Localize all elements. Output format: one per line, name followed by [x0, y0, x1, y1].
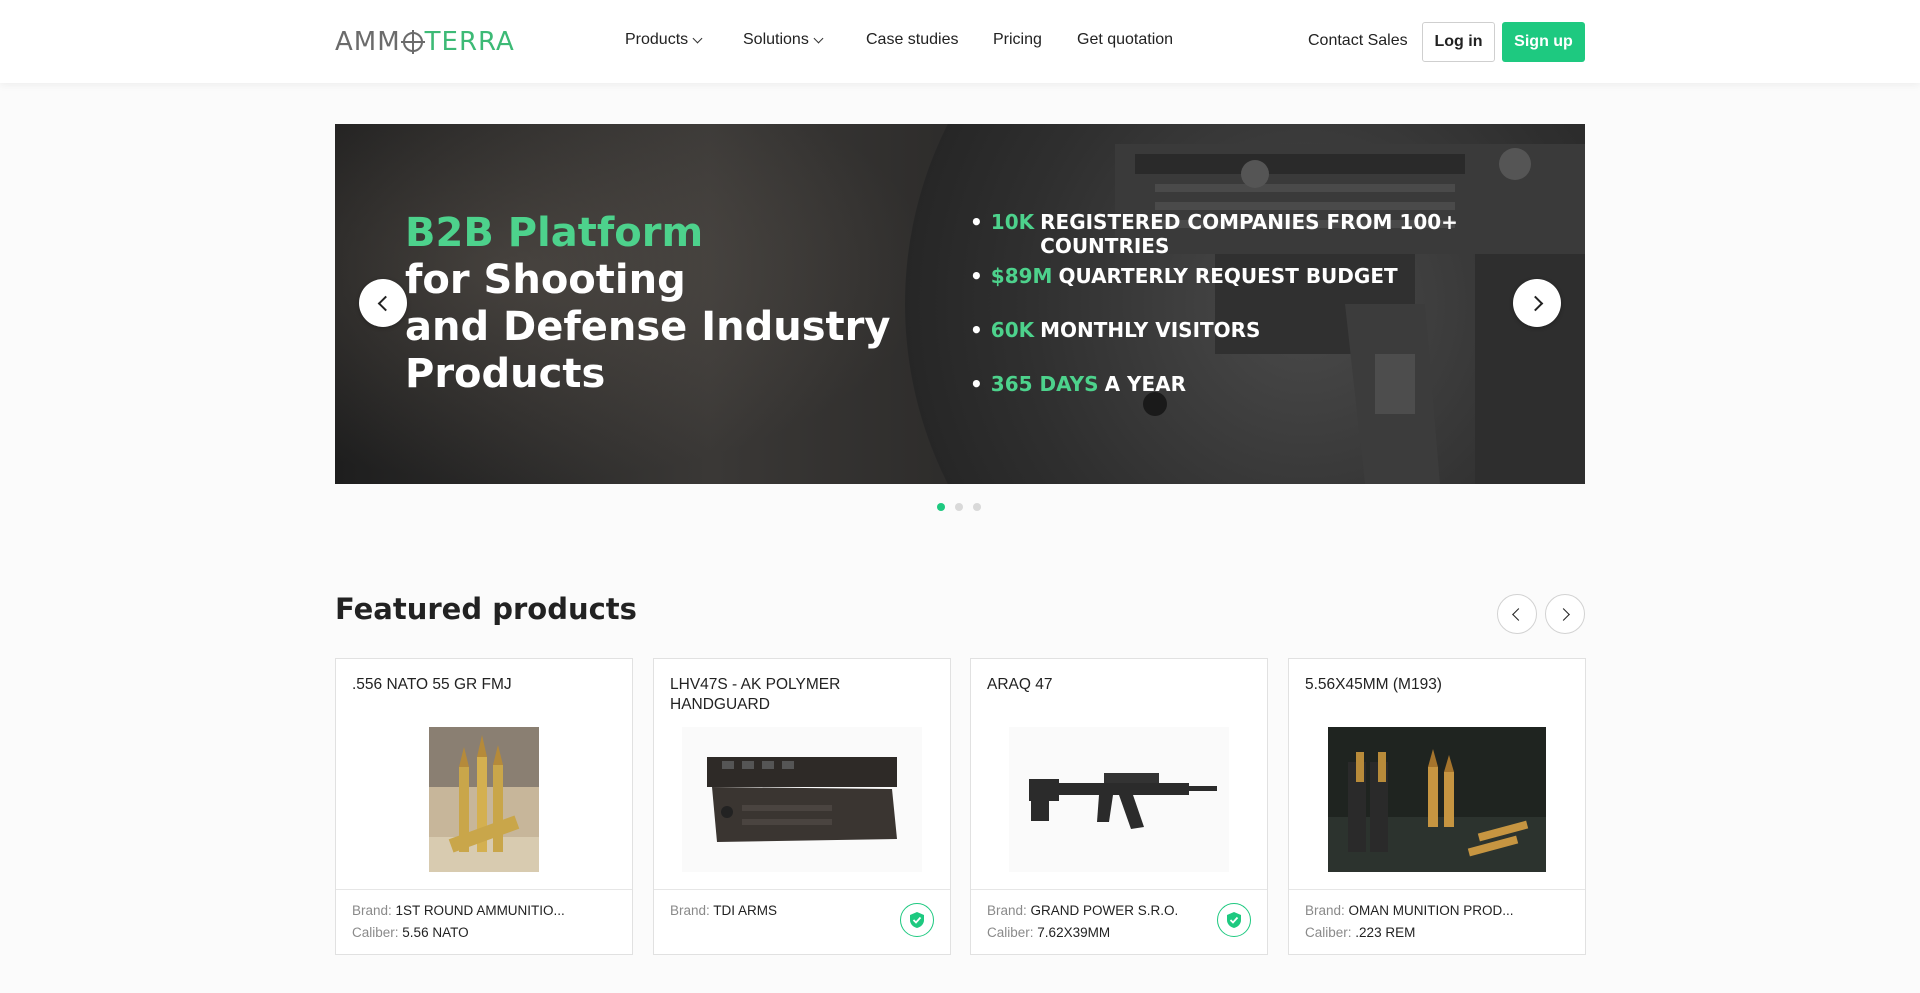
product-card[interactable]: 5.56X45MM (M193) Brand: OMAN MUNITION PR… [1288, 658, 1586, 955]
logo-text-part2: TERRA [424, 27, 515, 57]
brand-label: Brand: [670, 903, 710, 918]
hero-title-line: for Shooting [405, 257, 686, 303]
carousel-dot-3[interactable] [973, 503, 981, 511]
hero-stat: • $89M QUARTERLY REQUEST BUDGET [970, 264, 1398, 288]
featured-prev-button[interactable] [1497, 594, 1537, 634]
caliber-label: Caliber: [987, 925, 1034, 940]
caliber-label: Caliber: [1305, 925, 1352, 940]
product-brand: 1ST ROUND AMMUNITIO... [395, 903, 565, 918]
stat-text: A YEAR [1104, 372, 1187, 396]
site-header: AMM TERRA Products Solutions Case studie… [0, 0, 1920, 83]
stat-text: QUARTERLY REQUEST BUDGET [1058, 264, 1398, 288]
caliber-label: Caliber: [352, 925, 399, 940]
product-card[interactable]: .556 NATO 55 GR FMJ Brand: 1ST ROUND AMM… [335, 658, 633, 955]
hero-title-line: Products [405, 351, 606, 397]
featured-products-title: Featured products [335, 592, 637, 626]
nav-pricing-label: Pricing [993, 31, 1042, 48]
product-image[interactable] [971, 727, 1267, 877]
carousel-dot-2[interactable] [955, 503, 963, 511]
card-divider [1289, 889, 1585, 890]
login-button[interactable]: Log in [1422, 22, 1495, 62]
nav-solutions-label: Solutions [743, 31, 809, 48]
verified-shield-icon [1217, 903, 1251, 937]
nav-products-label: Products [625, 31, 689, 48]
product-meta: Brand: 1ST ROUND AMMUNITIO... Caliber: 5… [352, 900, 565, 944]
signup-button[interactable]: Sign up [1502, 22, 1585, 62]
hero-title-highlight: B2B Platform [405, 210, 704, 256]
carousel-pagination [937, 503, 981, 511]
stat-value: $89M [990, 264, 1053, 288]
stat-value: 60K [990, 318, 1035, 342]
product-name[interactable]: .556 NATO 55 GR FMJ [352, 675, 616, 695]
handguard-image [682, 727, 922, 872]
hero-stat: • 60K MONTHLY VISITORS [970, 318, 1261, 342]
product-meta: Brand: TDI ARMS [670, 900, 777, 922]
product-card[interactable]: LHV47S - AK POLYMER HANDGUARD Brand: TDI… [653, 658, 951, 955]
hero-next-button[interactable] [1513, 279, 1561, 327]
hero-stat: • 365 DAYS A YEAR [970, 372, 1187, 396]
hero-prev-button[interactable] [359, 279, 407, 327]
logo-text-part1: AMM [335, 27, 401, 57]
product-meta: Brand: OMAN MUNITION PROD... Caliber: .2… [1305, 900, 1514, 944]
stat-text: MONTHLY VISITORS [1040, 318, 1261, 342]
stat-value: 10K [990, 210, 1035, 234]
ammo-cartridges-image [429, 727, 539, 872]
product-caliber: .223 REM [1355, 925, 1416, 940]
nav-products[interactable]: Products [625, 31, 703, 49]
product-caliber: 5.56 NATO [402, 925, 469, 940]
carousel-dot-1[interactable] [937, 503, 945, 511]
brand-label: Brand: [352, 903, 392, 918]
product-name[interactable]: 5.56X45MM (M193) [1305, 675, 1569, 695]
product-brand: TDI ARMS [713, 903, 778, 918]
nav-get-quotation-label: Get quotation [1077, 31, 1174, 48]
nav-case-studies-label: Case studies [866, 31, 959, 48]
card-divider [336, 889, 632, 890]
nav-get-quotation[interactable]: Get quotation [1077, 31, 1173, 49]
product-brand: GRAND POWER S.R.O. [1030, 903, 1179, 918]
card-divider [971, 889, 1267, 890]
brand-label: Brand: [987, 903, 1027, 918]
contact-sales-link[interactable]: Contact Sales [1308, 32, 1408, 50]
ammo-rounds-image [1328, 727, 1546, 872]
hero-stats-list: • 10K REGISTERED COMPANIES FROM 100+ COUNT… [970, 210, 1585, 426]
product-image[interactable] [654, 727, 950, 877]
brand-label: Brand: [1305, 903, 1345, 918]
chevron-right-icon [1557, 607, 1570, 621]
hero-stat: • 10K REGISTERED COMPANIES FROM 100+ COUNT… [970, 210, 1585, 264]
ammoterra-logo[interactable]: AMM TERRA [335, 27, 515, 57]
nav-pricing[interactable]: Pricing [993, 31, 1042, 49]
chevron-left-icon [1512, 607, 1525, 621]
chevron-down-icon [692, 33, 703, 43]
product-card[interactable]: ARAQ 47 Brand: GRAND POWER S.R.O. Calibe… [970, 658, 1268, 955]
stat-value: 365 DAYS [990, 372, 1099, 396]
nav-case-studies[interactable]: Case studies [866, 31, 959, 49]
nav-solutions[interactable]: Solutions [743, 31, 824, 49]
hero-headline: B2B Platform for Shooting and Defense In… [405, 210, 890, 398]
chevron-right-icon [1527, 295, 1543, 311]
crosshair-icon [400, 30, 425, 54]
product-caliber: 7.62X39MM [1037, 925, 1111, 940]
hero-carousel: B2B Platform for Shooting and Defense In… [335, 124, 1585, 484]
hero-title-line: and Defense Industry [405, 304, 891, 350]
rifle-product-image [1009, 727, 1229, 872]
chevron-down-icon [813, 33, 824, 43]
product-image[interactable] [1289, 727, 1585, 877]
verified-shield-icon [900, 903, 934, 937]
chevron-left-icon [377, 295, 393, 311]
product-name[interactable]: ARAQ 47 [987, 675, 1251, 695]
product-name[interactable]: LHV47S - AK POLYMER HANDGUARD [670, 675, 934, 715]
card-divider [654, 889, 950, 890]
product-brand: OMAN MUNITION PROD... [1348, 903, 1514, 918]
stat-text: REGISTERED COMPANIES FROM 100+ COUNTRIES [1040, 210, 1458, 258]
product-image[interactable] [336, 727, 632, 877]
featured-next-button[interactable] [1545, 594, 1585, 634]
product-meta: Brand: GRAND POWER S.R.O. Caliber: 7.62X… [987, 900, 1178, 944]
